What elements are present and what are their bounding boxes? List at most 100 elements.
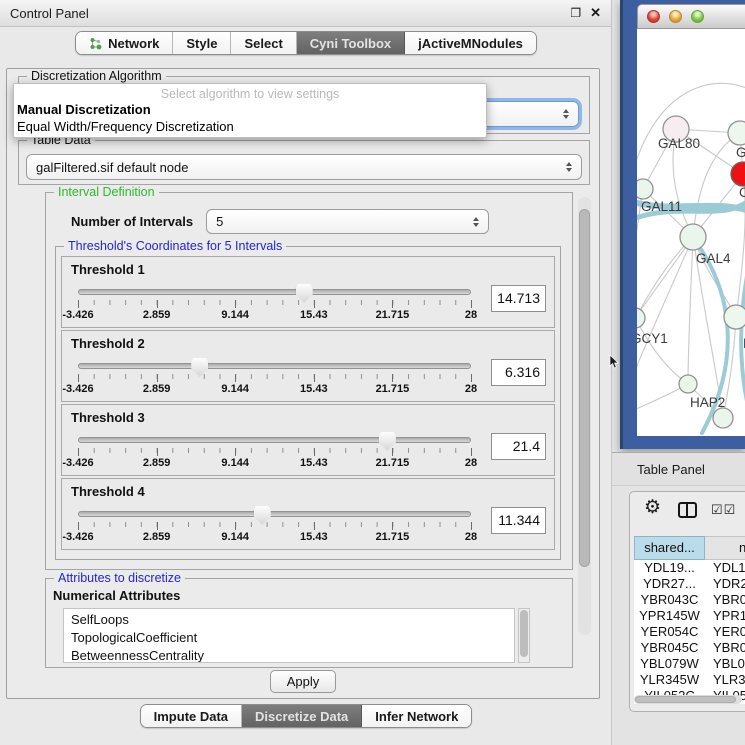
network-node-gal11[interactable]	[637, 179, 653, 199]
cell-name: YDL19	[705, 560, 745, 576]
threshold-3-slider[interactable]: -3.4262.8599.14415.4321.71528	[70, 431, 479, 475]
threshold-row: Threshold 1-3.4262.8599.14415.4321.71528…	[61, 256, 555, 328]
major-tick: 21.715	[392, 374, 393, 382]
cell-shared-name: YDR27...	[634, 576, 705, 592]
tab-select[interactable]: Select	[231, 32, 296, 54]
slider-ticks: -3.4262.8599.14415.4321.71528	[78, 522, 471, 548]
attribute-item-topologicalcoefficient[interactable]: TopologicalCoefficient	[71, 629, 514, 647]
tab-infer-network[interactable]: Infer Network	[362, 705, 471, 727]
table-row[interactable]: YBR045CYBR04	[634, 640, 745, 656]
tab-cyni-toolbox[interactable]: Cyni Toolbox	[297, 32, 405, 54]
close-icon[interactable]: ✕	[590, 5, 601, 21]
threshold-coordinates-label: Threshold's Coordinates for 5 Intervals	[64, 239, 286, 253]
network-window-titlebar[interactable]	[637, 4, 745, 29]
network-node-g[interactable]	[728, 121, 745, 145]
threshold-4-slider[interactable]: -3.4262.8599.14415.4321.71528	[70, 505, 479, 549]
zoom-traffic-light[interactable]	[691, 10, 704, 23]
cyni-toolbox-panel: Discretization Algorithm Select algorith…	[6, 68, 600, 699]
network-node-gcy1[interactable]	[637, 308, 645, 328]
table-data-combobox[interactable]: galFiltered.sif default node	[26, 154, 582, 180]
threshold-3-value[interactable]: 21.4	[491, 433, 546, 460]
network-node-c[interactable]	[731, 162, 745, 186]
cell-shared-name: YPR145W	[634, 608, 705, 624]
tab-label: Select	[244, 36, 282, 51]
scrollbar-thumb[interactable]	[635, 696, 736, 703]
table-row[interactable]: YBR043CYBR04	[634, 592, 745, 608]
major-tick: 21.715	[392, 448, 393, 456]
gear-icon[interactable]: ⚙	[644, 497, 661, 519]
tab-jactivemnodules[interactable]: jActiveMNodules	[405, 32, 536, 54]
numerical-attributes-list[interactable]: SelfLoopsTopologicalCoefficientBetweenne…	[63, 608, 515, 663]
tick-label: 28	[465, 383, 477, 395]
major-tick: 15.43	[314, 522, 315, 530]
table-row[interactable]: YLR345WYLR34	[634, 672, 745, 688]
cell-name: YBL07	[705, 656, 745, 672]
threshold-4-value[interactable]: 11.344	[491, 507, 546, 534]
threshold-2-value[interactable]: 6.316	[491, 359, 546, 386]
float-window-icon[interactable]: ❐	[570, 6, 581, 20]
threshold-label: Threshold 3	[71, 410, 546, 425]
close-traffic-light[interactable]	[647, 10, 660, 23]
network-node[interactable]	[713, 408, 733, 428]
network-node-h[interactable]	[724, 305, 745, 329]
attribute-item-betweennesscentrality[interactable]: BetweennessCentrality	[71, 647, 514, 663]
apply-button[interactable]: Apply	[270, 670, 336, 693]
attributes-scrollbar[interactable]	[518, 608, 530, 663]
checkbox-icon[interactable]: ☑	[724, 502, 737, 517]
minimize-traffic-light[interactable]	[669, 10, 682, 23]
checkbox-icon[interactable]: ☑	[711, 502, 724, 517]
combo-stepper-icon	[566, 162, 572, 172]
threshold-coordinates-group: Threshold's Coordinates for 5 Intervals …	[55, 246, 561, 560]
tick-label: 15.43	[300, 531, 328, 543]
tick-label: -3.426	[62, 531, 93, 543]
algorithm-option-equal-width-frequency-discretization[interactable]: Equal Width/Frequency Discretization	[14, 118, 486, 135]
tab-label: Style	[186, 36, 217, 51]
tab-network[interactable]: Network	[76, 32, 173, 54]
network-icon	[89, 37, 102, 50]
combo-stepper-icon	[563, 109, 569, 119]
node-label: GCY1	[637, 331, 668, 346]
column-header-name[interactable]: name	[705, 536, 745, 560]
column-header-shared-name[interactable]: shared...	[634, 536, 705, 560]
cell-shared-name: YDL19...	[634, 560, 705, 576]
network-canvas[interactable]: GAL80GCGAL11GAL4GCY1HHAP2	[637, 29, 745, 436]
table-row[interactable]: YDL19...YDL19	[634, 560, 745, 576]
select-columns-icons[interactable]: ☑☑	[711, 502, 736, 518]
horizontal-scrollbar[interactable]	[634, 695, 742, 704]
number-of-intervals-combobox[interactable]: 5	[206, 209, 489, 234]
tab-label: jActiveMNodules	[418, 36, 523, 51]
node-label: G	[736, 145, 745, 160]
tab-discretize-data[interactable]: Discretize Data	[242, 705, 362, 727]
algorithm-option-manual-discretization[interactable]: Manual Discretization	[14, 101, 486, 118]
tick-label: 9.144	[221, 383, 249, 395]
node-table: shared... name YDL19...YDL19YDR27...YDR2…	[634, 536, 745, 704]
tick-label: 28	[465, 531, 477, 543]
threshold-1-value[interactable]: 14.713	[491, 285, 546, 312]
slider-track	[78, 511, 471, 517]
network-node-hap2[interactable]	[679, 375, 697, 393]
scrollbar-thumb[interactable]	[520, 610, 528, 657]
network-node-gal4[interactable]	[680, 224, 706, 250]
columns-icon[interactable]	[678, 502, 697, 518]
tab-style[interactable]: Style	[173, 32, 231, 54]
threshold-1-slider[interactable]: -3.4262.8599.14415.4321.71528	[70, 283, 479, 327]
table-row[interactable]: YBL079WYBL07	[634, 656, 745, 672]
algorithm-dropdown-popup: Select algorithm to view settings Manual…	[13, 83, 487, 138]
table-data-group: Table Data galFiltered.sif default node	[18, 140, 590, 185]
table-row[interactable]: YPR145WYPR14	[634, 608, 745, 624]
major-tick: 2.859	[157, 448, 158, 456]
tab-label: Network	[108, 36, 159, 51]
top-tab-bar: Network Style Select Cyni Toolbox jActiveMNo…	[0, 31, 612, 55]
slider-track	[78, 289, 471, 295]
tick-label: 2.859	[143, 309, 171, 321]
table-row[interactable]: YDR27...YDR27	[634, 576, 745, 592]
table-row[interactable]: YER054CYER05	[634, 624, 745, 640]
control-panel: Control Panel ❐ ✕ NetworkStyleSelectCyni…	[0, 0, 612, 745]
scrollbar-thumb[interactable]	[579, 209, 590, 567]
major-tick: 2.859	[157, 522, 158, 530]
threshold-2-slider[interactable]: -3.4262.8599.14415.4321.71528	[70, 357, 479, 401]
tab-impute-data[interactable]: Impute Data	[141, 705, 242, 727]
cell-name: YLR34	[705, 672, 745, 688]
vertical-scrollbar[interactable]	[578, 197, 591, 635]
attribute-item-selfloops[interactable]: SelfLoops	[71, 611, 514, 629]
